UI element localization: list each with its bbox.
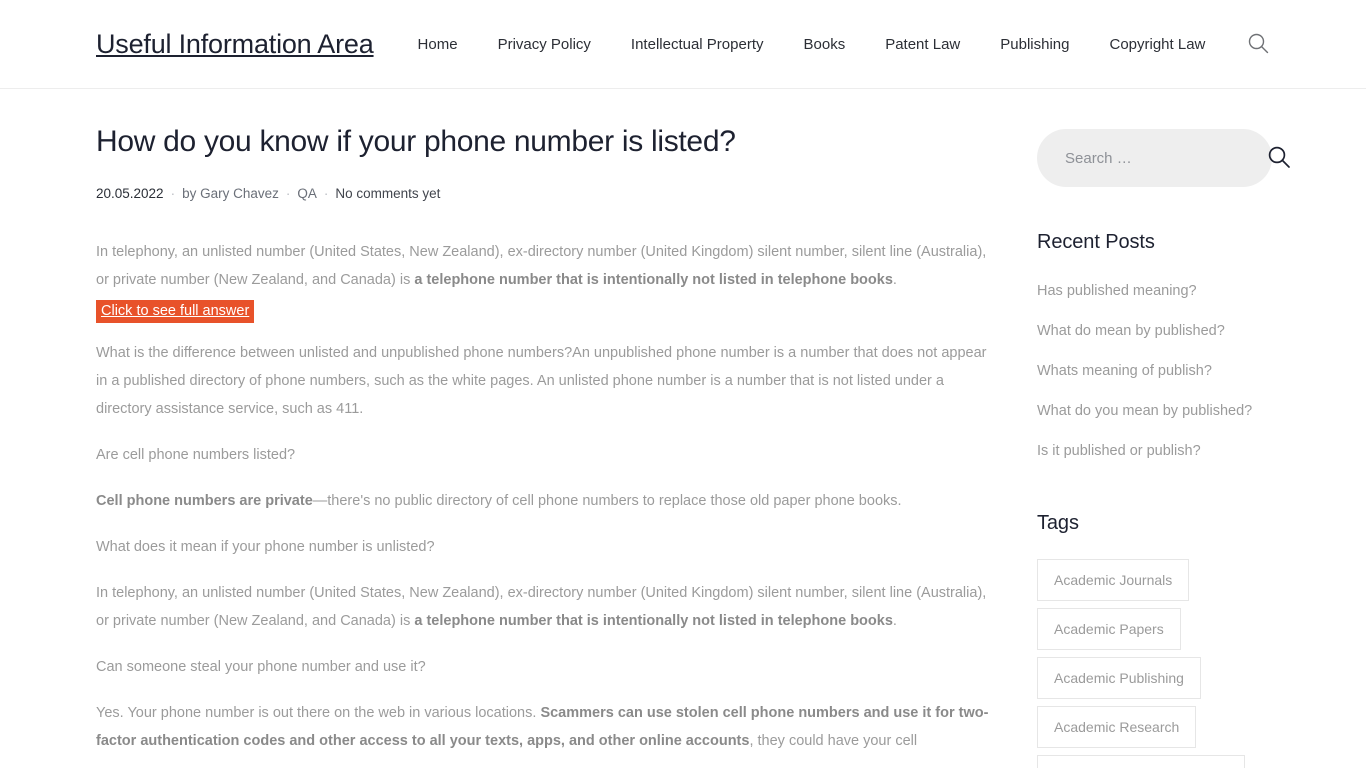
list-item: Is it published or publish?: [1037, 438, 1272, 464]
paragraph-4-tail: —there's no public directory of cell pho…: [312, 493, 902, 509]
list-item: Has published meaning?: [1037, 278, 1272, 304]
list-item: What do mean by published?: [1037, 318, 1272, 344]
post-body: In telephony, an unlisted number (United…: [96, 238, 1001, 755]
page-title: How do you know if your phone number is …: [96, 125, 736, 158]
recent-post-link-1[interactable]: What do mean by published?: [1037, 323, 1225, 339]
paragraph-6-bold: a telephone number that is intentionally…: [414, 613, 893, 629]
tag-academic-research-papers[interactable]: Academic Research Papers: [1037, 755, 1245, 768]
post-category[interactable]: QA: [297, 186, 317, 201]
post-meta: 20.05.2022 · by Gary Chavez · QA · No co…: [96, 185, 1001, 201]
main-navigation: Home Privacy Policy Intellectual Propert…: [398, 37, 1228, 52]
recent-post-link-0[interactable]: Has published meaning?: [1037, 283, 1197, 299]
search-icon: [1266, 144, 1292, 173]
header-search-toggle[interactable]: [1246, 31, 1270, 58]
tags-title: Tags: [1037, 512, 1079, 534]
recent-posts-title: Recent Posts: [1037, 231, 1155, 253]
paragraph-2: What is the difference between unlisted …: [96, 345, 987, 417]
recent-posts-list: Has published meaning? What do mean by p…: [1037, 278, 1272, 464]
meta-separator: ·: [285, 185, 291, 201]
paragraph-8: Yes. Your phone number is out there on t…: [96, 699, 1001, 755]
paragraph-8-lead: Yes. Your phone number is out there on t…: [96, 705, 541, 721]
post-comments-link[interactable]: No comments yet: [335, 186, 440, 201]
recent-post-link-2[interactable]: Whats meaning of publish?: [1037, 363, 1212, 379]
tags-widget: Tags Academic Journals Academic Papers A…: [1037, 512, 1272, 768]
tag-academic-papers[interactable]: Academic Papers: [1037, 608, 1181, 650]
paragraph-6-tail: .: [892, 613, 897, 629]
main-content: How do you know if your phone number is …: [96, 123, 1001, 768]
tag-cloud: Academic Journals Academic Papers Academ…: [1037, 559, 1272, 768]
recent-posts-widget: Recent Posts Has published meaning? What…: [1037, 231, 1272, 464]
paragraph-8-tail: , they could have your cell: [749, 733, 918, 749]
paragraph-5: What does it mean if your phone number i…: [96, 539, 435, 555]
search-icon: [1246, 31, 1270, 58]
tag-academic-research[interactable]: Academic Research: [1037, 706, 1197, 748]
list-item: Whats meaning of publish?: [1037, 358, 1272, 384]
paragraph-3: Are cell phone numbers listed?: [96, 447, 296, 463]
page-wrapper: How do you know if your phone number is …: [0, 89, 1366, 768]
paragraph-1: In telephony, an unlisted number (United…: [96, 238, 1001, 294]
nav-item-copyright-law[interactable]: Copyright Law: [1089, 37, 1225, 52]
paragraph-4-bold: Cell phone numbers are private: [96, 493, 313, 509]
tag-academic-journals[interactable]: Academic Journals: [1037, 559, 1190, 601]
site-header: Useful Information Area Home Privacy Pol…: [0, 0, 1366, 89]
paragraph-7: Can someone steal your phone number and …: [96, 659, 426, 675]
sidebar: Recent Posts Has published meaning? What…: [1037, 123, 1290, 768]
sidebar-search-widget: [1037, 129, 1290, 187]
post-date: 20.05.2022: [96, 185, 164, 201]
nav-item-publishing[interactable]: Publishing: [980, 37, 1089, 52]
tag-academic-publishing[interactable]: Academic Publishing: [1037, 657, 1201, 699]
paragraph-1-bold: a telephone number that is intentionally…: [414, 272, 893, 288]
search-submit-button[interactable]: [1266, 144, 1292, 173]
meta-separator: ·: [170, 185, 176, 201]
site-title[interactable]: Useful Information Area: [96, 29, 374, 60]
post-author[interactable]: by Gary Chavez: [182, 186, 279, 201]
paragraph-4: Cell phone numbers are private—there's n…: [96, 487, 1001, 515]
paragraph-1-tail: .: [892, 272, 897, 288]
nav-item-patent-law[interactable]: Patent Law: [865, 37, 980, 52]
nav-item-home[interactable]: Home: [398, 37, 478, 52]
recent-post-link-3[interactable]: What do you mean by published?: [1037, 403, 1252, 419]
search-input[interactable]: [1063, 148, 1266, 168]
click-to-see-full-answer-link[interactable]: Click to see full answer: [96, 300, 255, 323]
list-item: What do you mean by published?: [1037, 398, 1272, 424]
nav-item-books[interactable]: Books: [784, 37, 866, 52]
recent-post-link-4[interactable]: Is it published or publish?: [1037, 443, 1201, 459]
meta-separator: ·: [323, 185, 329, 201]
paragraph-6: In telephony, an unlisted number (United…: [96, 579, 1001, 635]
nav-item-intellectual-property[interactable]: Intellectual Property: [611, 37, 784, 52]
nav-item-privacy-policy[interactable]: Privacy Policy: [478, 37, 611, 52]
